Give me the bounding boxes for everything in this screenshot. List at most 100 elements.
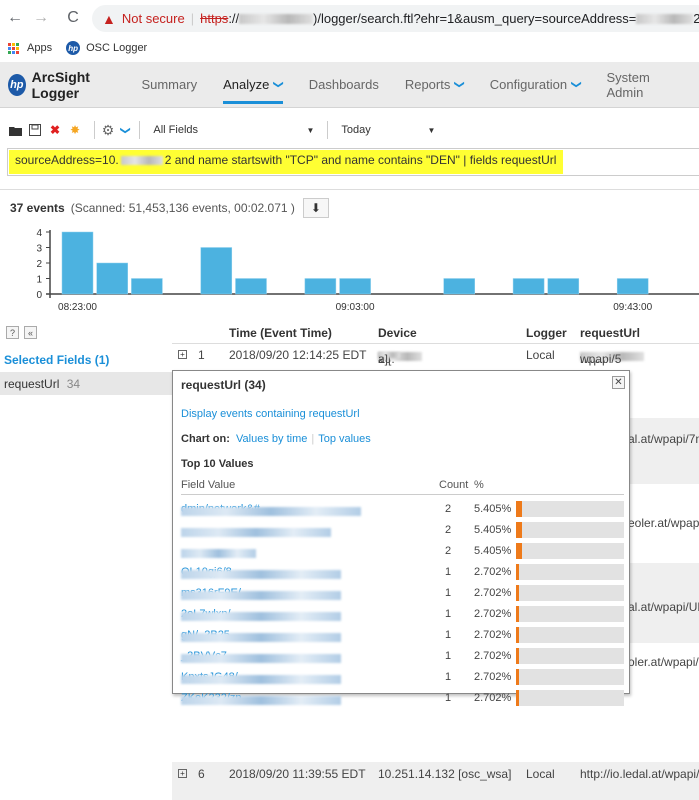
y-tick-label: 0 xyxy=(36,290,42,301)
collapse-panel-button[interactable]: « xyxy=(24,326,37,339)
value-count: 1 xyxy=(445,692,452,704)
col-count: Count xyxy=(439,479,469,491)
nav-dashboards[interactable]: Dashboards xyxy=(309,62,379,108)
histogram-bar xyxy=(339,278,371,295)
table-row[interactable]: + 1 2018/09/20 12:14:25 EDT 10.2 [a] Loc… xyxy=(172,344,699,366)
percent-bar-fill xyxy=(516,669,519,685)
chevron-down-icon: ❯ xyxy=(454,80,466,89)
address-bar[interactable]: ▲ Not secure | https:// )/logger/search.… xyxy=(92,5,699,32)
bookmark-osc-logger[interactable]: OSC Logger xyxy=(86,42,147,54)
reload-button[interactable]: C xyxy=(62,9,84,27)
expand-icon[interactable]: + xyxy=(178,350,187,359)
percent-bar-fill xyxy=(516,543,522,559)
help-button[interactable]: ? xyxy=(6,326,19,339)
field-value-link[interactable]: 2oL7wlxn/... xyxy=(181,608,341,621)
row-time: 2018/09/20 11:39:55 EDT xyxy=(229,767,366,781)
top-value-row[interactable]: OL10gj6/8... 1 2.702% xyxy=(181,562,624,582)
chevron-down-icon: ❯ xyxy=(273,80,285,89)
row-url-partial: eoler.at/wpapi/I xyxy=(628,516,699,530)
nav-reports[interactable]: Reports ❯ xyxy=(404,62,466,108)
values-by-time-link[interactable]: Values by time xyxy=(236,433,307,445)
percent-bar-fill xyxy=(516,522,522,538)
col-time[interactable]: Time (Event Time) xyxy=(229,326,332,340)
value-percent: 5.405% xyxy=(474,503,512,515)
top-value-row[interactable]: 2oL7wlxn/... 1 2.702% xyxy=(181,604,624,624)
back-button[interactable]: ← xyxy=(4,9,26,27)
wizard-icon[interactable]: ✸ xyxy=(68,123,82,137)
top-values-link[interactable]: Top values xyxy=(318,433,371,445)
histogram-bar xyxy=(200,247,233,295)
nav-reports-label: Reports xyxy=(404,77,451,92)
field-name: requestUrl xyxy=(4,377,60,391)
nav-system-admin[interactable]: System Admin xyxy=(606,62,673,108)
field-item-requesturl[interactable]: requestUrl 34 xyxy=(0,372,172,395)
col-requesturl[interactable]: requestUrl xyxy=(580,326,640,340)
field-value-link[interactable]: OL10gj6/8... xyxy=(181,566,341,579)
row-logger: Local xyxy=(526,348,555,362)
field-value-link[interactable]: KpxtsJG48/... xyxy=(181,671,341,684)
open-folder-icon[interactable] xyxy=(8,123,22,137)
field-select[interactable]: All Fields ▼ xyxy=(146,119,322,141)
col-device[interactable]: Device xyxy=(378,326,417,340)
top-value-row[interactable]: 2 5.405% xyxy=(181,520,624,540)
export-button[interactable]: ⬇ xyxy=(302,198,329,218)
chevron-down-icon: ❯ xyxy=(570,80,582,89)
y-tick-label: 1 xyxy=(36,275,42,286)
query-prefix: sourceAddress=10. xyxy=(15,153,119,167)
clear-icon[interactable]: ✖ xyxy=(48,123,62,137)
expand-icon[interactable]: + xyxy=(178,769,187,778)
y-tick-label: 2 xyxy=(36,259,42,270)
percent-bar-fill xyxy=(516,648,519,664)
redacted-value xyxy=(181,696,341,705)
redacted-value xyxy=(181,507,361,516)
time-range-select[interactable]: Today ▼ xyxy=(334,119,443,141)
row-url-partial: al.at/wpapi/UM xyxy=(628,600,699,614)
search-query-input[interactable]: sourceAddress=10. 2 and name startswith "… xyxy=(7,148,699,176)
percent-bar-fill xyxy=(516,690,519,706)
row-number: 6 xyxy=(198,767,205,781)
nav-analyze-label: Analyze xyxy=(223,77,270,92)
row-number: 1 xyxy=(198,348,205,362)
forward-button[interactable]: → xyxy=(30,9,52,27)
time-range-value: Today xyxy=(341,124,371,136)
field-value-link[interactable]: ZKeK232/zn... xyxy=(181,692,341,705)
top-value-row[interactable]: ZKeK232/zn... 1 2.702% xyxy=(181,688,624,708)
histogram-bar xyxy=(61,231,94,295)
toolbar-divider xyxy=(139,121,141,139)
histogram-bar xyxy=(235,278,267,295)
percent-bar-fill xyxy=(516,585,519,601)
top-value-row[interactable]: 2 5.405% xyxy=(181,541,624,561)
top-value-row[interactable]: _2BVVc7_... 1 2.702% xyxy=(181,646,624,666)
divider xyxy=(0,189,699,190)
field-value-link[interactable]: _2BVVc7_... xyxy=(181,650,341,663)
value-count: 2 xyxy=(445,503,452,515)
search-toolbar: ✖ ✸ ⚙ ❯ All Fields ▼ Today ▼ xyxy=(0,116,699,144)
redacted-ip xyxy=(120,156,163,166)
chevron-down-icon[interactable]: ❯ xyxy=(120,126,131,134)
percent-bar-fill xyxy=(516,564,519,580)
field-value-link[interactable]: gN/_2B25... xyxy=(181,629,341,642)
nav-configuration[interactable]: Configuration ❯ xyxy=(490,62,582,108)
gear-icon[interactable]: ⚙ xyxy=(101,122,115,138)
nav-summary[interactable]: Summary xyxy=(141,62,197,108)
nav-dashboards-label: Dashboards xyxy=(308,77,379,92)
percent-bar xyxy=(516,669,624,685)
close-icon[interactable]: ✕ xyxy=(612,376,625,389)
top-value-row[interactable]: gN/_2B25... 1 2.702% xyxy=(181,625,624,645)
top-value-row[interactable]: KpxtsJG48/... 1 2.702% xyxy=(181,667,624,687)
display-events-link[interactable]: Display events containing requestUrl xyxy=(181,408,360,420)
field-value-link[interactable]: dmin/network&#... xyxy=(181,503,361,516)
top-value-row[interactable]: ms316rF9E/... 1 2.702% xyxy=(181,583,624,603)
save-icon[interactable] xyxy=(28,123,42,137)
table-row[interactable]: + 6 2018/09/20 11:39:55 EDT 10.251.14.13… xyxy=(172,762,699,800)
y-tick-label: 3 xyxy=(36,244,42,255)
value-percent: 2.702% xyxy=(474,692,512,704)
col-logger[interactable]: Logger xyxy=(526,326,567,340)
value-count: 2 xyxy=(445,545,452,557)
bookmark-apps[interactable]: Apps xyxy=(27,42,52,54)
field-value-link[interactable]: ms316rF9E/... xyxy=(181,587,341,600)
top-value-row[interactable]: dmin/network&#... 2 5.405% xyxy=(181,499,624,519)
redacted-value xyxy=(181,528,331,537)
nav-analyze[interactable]: Analyze ❯ xyxy=(223,62,285,108)
link-divider: | xyxy=(311,433,315,445)
